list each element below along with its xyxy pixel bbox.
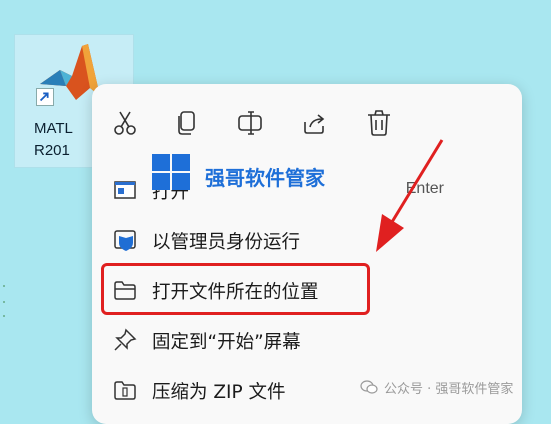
open-window-icon <box>112 177 138 203</box>
shortcut-arrow-icon <box>36 88 54 106</box>
cut-button[interactable] <box>110 108 140 138</box>
quick-actions-row <box>92 108 522 142</box>
copy-icon <box>178 111 195 135</box>
edge-dots <box>3 285 5 317</box>
copy-button[interactable] <box>172 108 202 138</box>
windows-logo-icon <box>152 154 190 190</box>
rename-icon <box>238 111 262 135</box>
wechat-icon <box>360 380 378 394</box>
menu-item-label: 压缩为 ZIP 文件 <box>152 382 286 403</box>
menu-item-run-as-admin[interactable]: 以管理员身份运行 <box>104 218 504 262</box>
share-button[interactable] <box>300 108 330 138</box>
shield-icon <box>112 227 138 253</box>
delete-button[interactable] <box>364 108 394 138</box>
menu-item-label: 以管理员身份运行 <box>152 232 301 253</box>
pin-icon <box>112 327 138 353</box>
menu-item-pin-to-start[interactable]: 固定到“开始”屏幕 <box>104 318 504 362</box>
trash-icon <box>368 110 390 136</box>
menu-item-label: 固定到“开始”屏幕 <box>152 332 301 353</box>
footer-watermark: 公众号 · 强哥软件管家 <box>360 376 513 398</box>
zip-icon <box>112 377 138 403</box>
highlight-box <box>101 263 370 315</box>
scissors-icon <box>114 111 136 135</box>
share-icon <box>304 114 325 134</box>
rename-button[interactable] <box>236 108 266 138</box>
watermark-text: 强哥软件管家 <box>205 166 325 190</box>
footer-text: 公众号 · 强哥软件管家 <box>384 381 514 397</box>
menu-item-shortcut: Enter <box>405 180 444 197</box>
context-menu: 打开 Enter 以管理员身份运行 打开文件所在的位置 固定到“开始”屏幕 压缩… <box>92 84 522 424</box>
